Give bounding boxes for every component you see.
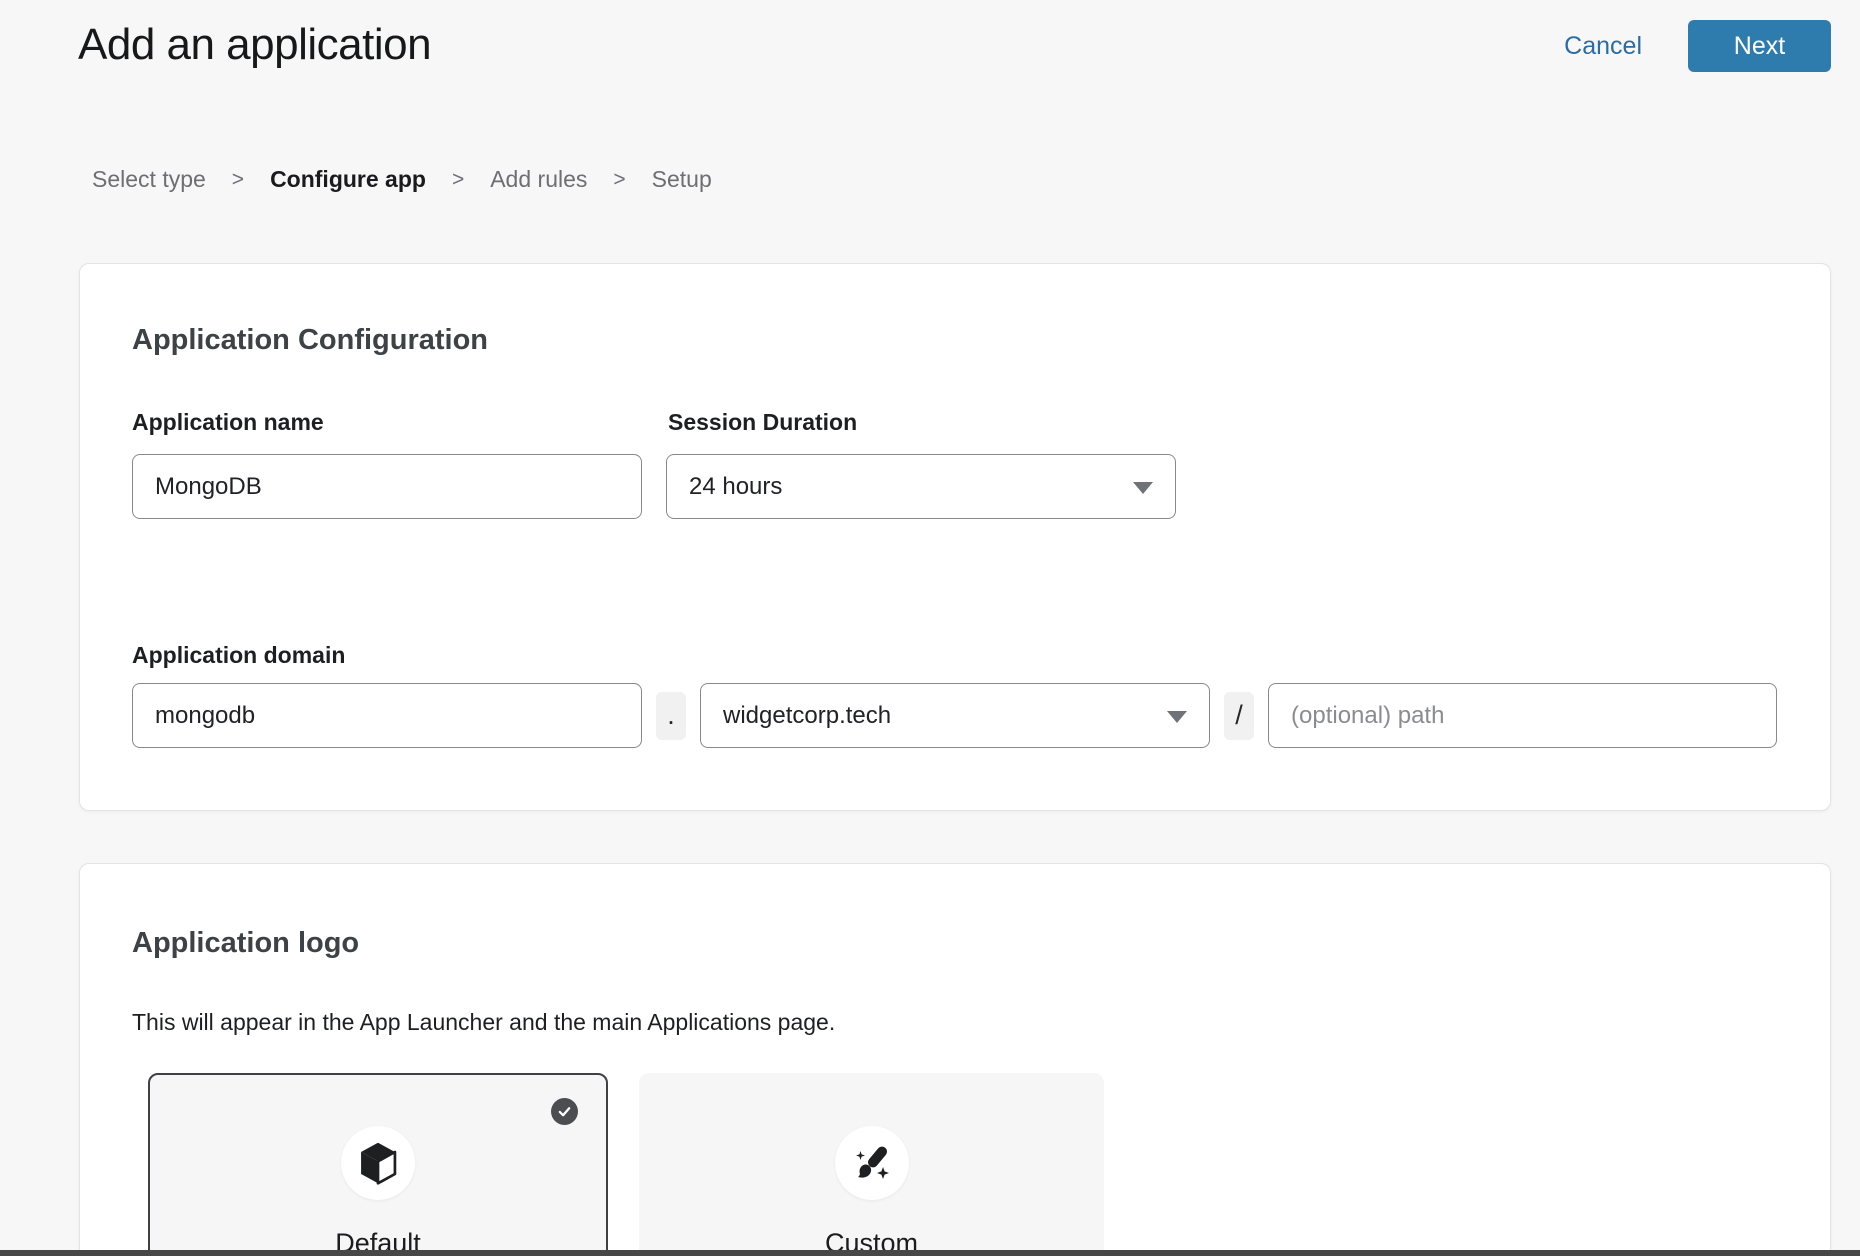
logo-card-description: This will appear in the App Launcher and… [132, 1009, 835, 1036]
dot-separator: . [656, 692, 686, 740]
application-domain-label: Application domain [132, 642, 345, 669]
add-application-page: Add an application Cancel Next Select ty… [0, 0, 1860, 1256]
logo-card-heading: Application logo [132, 927, 359, 960]
application-configuration-card: Application Configuration Application na… [79, 263, 1831, 811]
path-input[interactable] [1268, 683, 1777, 748]
session-duration-select[interactable]: 24 hours [666, 454, 1176, 519]
step-configure-app[interactable]: Configure app [270, 166, 426, 193]
config-card-heading: Application Configuration [132, 324, 488, 357]
breadcrumb-separator: > [232, 168, 244, 192]
selected-check-icon [551, 1098, 578, 1125]
breadcrumb: Select type > Configure app > Add rules … [92, 166, 712, 193]
logo-option-default[interactable]: Default [148, 1073, 608, 1256]
step-add-rules[interactable]: Add rules [490, 166, 587, 193]
header-actions: Cancel Next [1564, 20, 1831, 72]
chevron-down-icon [1167, 711, 1187, 723]
step-setup[interactable]: Setup [652, 166, 712, 193]
default-logo-circle [341, 1126, 415, 1200]
breadcrumb-separator: > [613, 168, 625, 192]
domain-select[interactable]: widgetcorp.tech [700, 683, 1210, 748]
application-domain-row: . widgetcorp.tech / [132, 683, 1777, 748]
logo-option-custom[interactable]: Custom [639, 1073, 1104, 1256]
domain-select-value: widgetcorp.tech [723, 702, 891, 730]
cancel-button[interactable]: Cancel [1564, 32, 1642, 61]
application-name-label: Application name [132, 409, 324, 436]
custom-logo-circle [835, 1126, 909, 1200]
slash-separator: / [1224, 692, 1254, 740]
subdomain-input[interactable] [132, 683, 642, 748]
chevron-down-icon [1133, 482, 1153, 494]
page-title: Add an application [78, 20, 431, 70]
application-name-input[interactable] [132, 454, 642, 519]
next-button[interactable]: Next [1688, 20, 1831, 72]
breadcrumb-separator: > [452, 168, 464, 192]
cube-icon [357, 1141, 399, 1185]
session-duration-value: 24 hours [689, 473, 782, 501]
session-duration-label: Session Duration [668, 409, 857, 436]
window-bottom-edge [0, 1250, 1860, 1256]
application-logo-card: Application logo This will appear in the… [79, 863, 1831, 1256]
paintbrush-icon [848, 1139, 896, 1187]
step-select-type[interactable]: Select type [92, 166, 206, 193]
